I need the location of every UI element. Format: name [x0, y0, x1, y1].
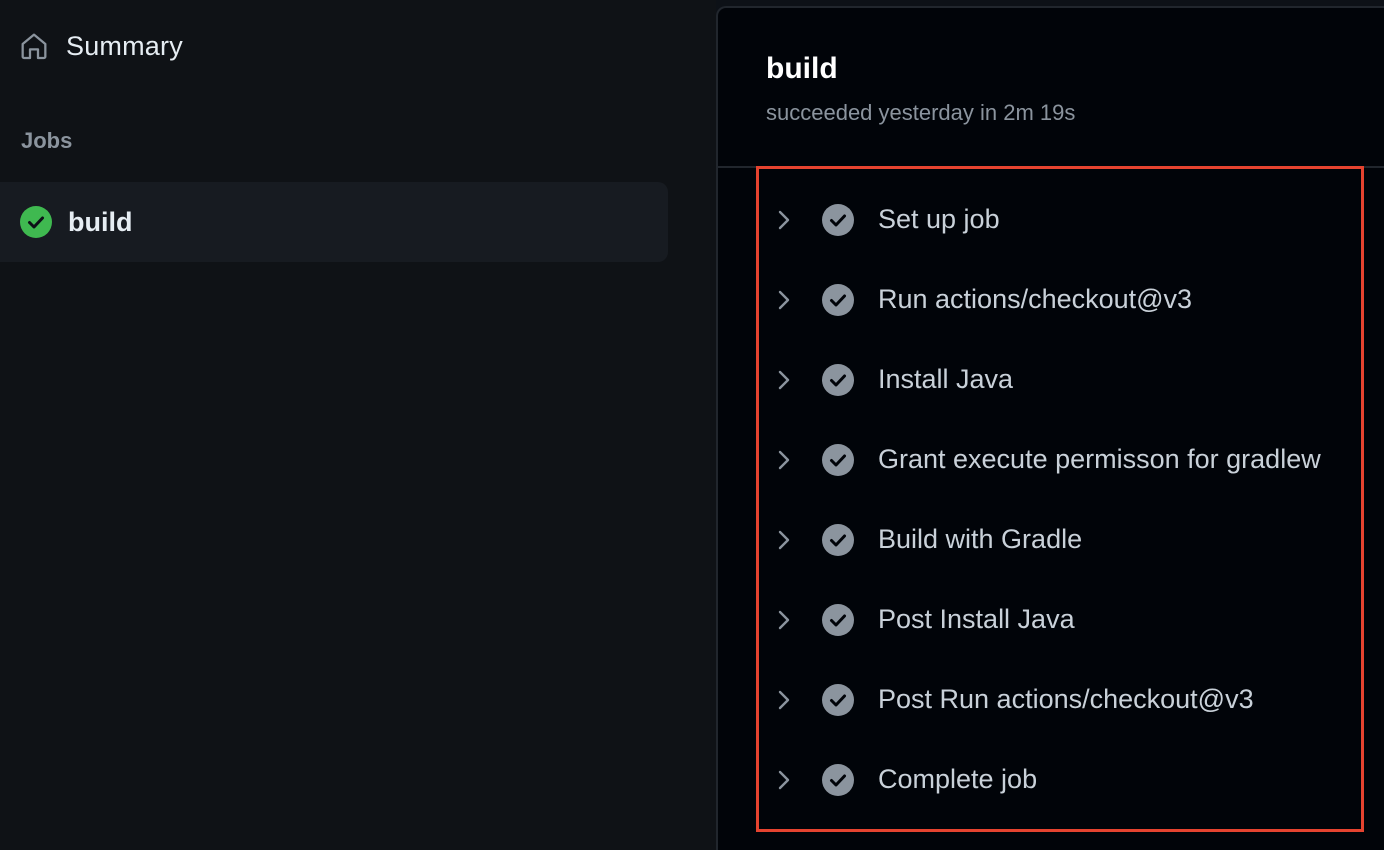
- chevron-right-icon: [774, 208, 794, 232]
- step-label: Install Java: [878, 364, 1014, 394]
- step-label: Build with Gradle: [878, 524, 1083, 554]
- chevron-right-icon: [774, 608, 794, 632]
- summary-label: Summary: [66, 30, 183, 61]
- step-row[interactable]: Set up job: [716, 180, 1384, 260]
- check-circle-icon: [821, 203, 855, 237]
- step-row[interactable]: Post Install Java: [716, 580, 1384, 660]
- sidebar-job-build[interactable]: build: [0, 182, 668, 262]
- step-label: Grant execute permisson for gradlew: [878, 444, 1321, 474]
- step-label: Set up job: [878, 204, 1000, 234]
- check-circle-icon: [821, 683, 855, 717]
- chevron-right-icon: [774, 688, 794, 712]
- summary-link[interactable]: Summary: [18, 22, 183, 70]
- jobs-heading: Jobs: [21, 128, 73, 153]
- check-circle-icon: [821, 523, 855, 557]
- step-label: Run actions/checkout@v3: [878, 284, 1193, 314]
- workflow-run-page: Summary Jobs build build succeeded yeste…: [0, 0, 1384, 850]
- step-row[interactable]: Complete job: [716, 740, 1384, 820]
- sidebar: Summary Jobs build: [0, 0, 716, 850]
- step-row[interactable]: Run actions/checkout@v3: [716, 260, 1384, 340]
- check-circle-icon: [821, 283, 855, 317]
- chevron-right-icon: [774, 288, 794, 312]
- job-label: build: [68, 206, 133, 237]
- step-label: Complete job: [878, 764, 1038, 794]
- step-row[interactable]: Grant execute permisson for gradlew: [716, 420, 1384, 500]
- job-steps-list: Set up job Run actions/checkout@v3 Insta…: [716, 180, 1384, 820]
- check-circle-icon: [821, 363, 855, 397]
- check-circle-icon: [821, 443, 855, 477]
- step-row[interactable]: Build with Gradle: [716, 500, 1384, 580]
- chevron-right-icon: [774, 768, 794, 792]
- step-label: Post Install Java: [878, 604, 1075, 634]
- home-icon: [18, 30, 50, 62]
- step-row[interactable]: Install Java: [716, 340, 1384, 420]
- step-row[interactable]: Post Run actions/checkout@v3: [716, 660, 1384, 740]
- job-subtitle: succeeded yesterday in 2m 19s: [766, 100, 1076, 125]
- check-circle-fill-icon: [20, 206, 52, 238]
- chevron-right-icon: [774, 528, 794, 552]
- check-circle-icon: [821, 603, 855, 637]
- job-title: build: [766, 52, 838, 85]
- step-label: Post Run actions/checkout@v3: [878, 684, 1254, 714]
- check-circle-icon: [821, 763, 855, 797]
- job-header: build succeeded yesterday in 2m 19s: [718, 8, 1384, 168]
- chevron-right-icon: [774, 448, 794, 472]
- chevron-right-icon: [774, 368, 794, 392]
